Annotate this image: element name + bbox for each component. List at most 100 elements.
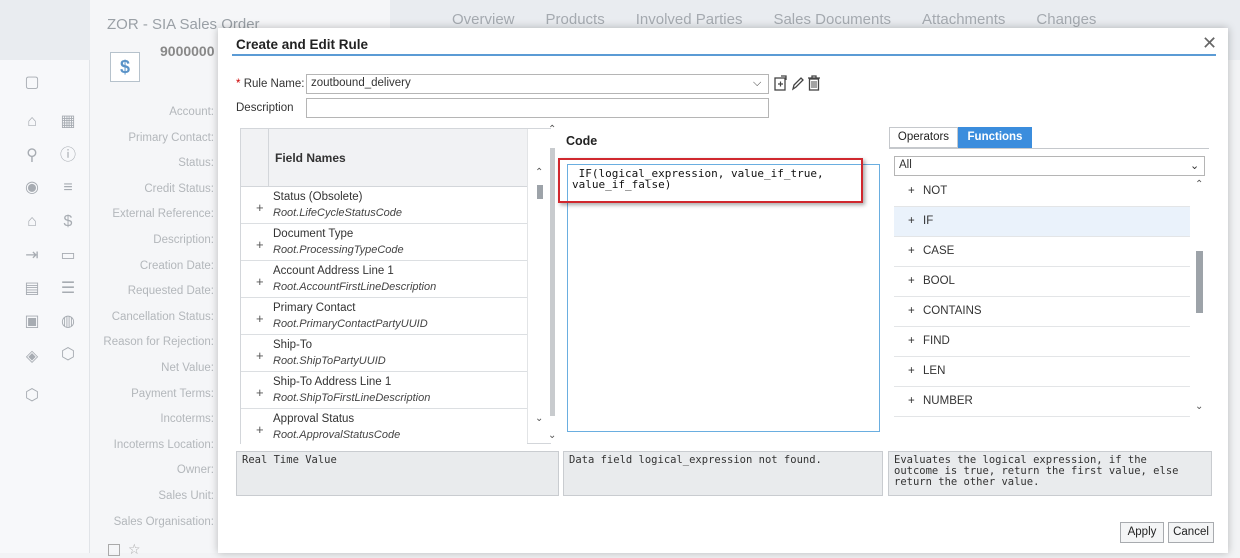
home-icon[interactable]: ⌂: [22, 112, 42, 132]
globe-icon[interactable]: ◍: [58, 312, 78, 332]
chevron-up-icon[interactable]: ⌃: [1195, 179, 1203, 190]
field-row[interactable]: + Ship-To Root.ShipToPartyUUID: [241, 335, 527, 372]
field-path: Root.ShipToPartyUUID: [273, 355, 386, 367]
tab-products[interactable]: Products: [546, 11, 605, 28]
product-icon[interactable]: ⬡: [22, 386, 42, 406]
transfer-icon[interactable]: ⇥: [22, 246, 42, 266]
chevron-down-icon[interactable]: ⌄: [535, 413, 543, 424]
chevron-down-icon[interactable]: ⌄: [1190, 159, 1199, 172]
search-icon[interactable]: ⚲: [22, 146, 42, 166]
title-divider: [232, 54, 1216, 56]
function-filter-select[interactable]: All: [894, 156, 1205, 176]
plus-icon[interactable]: +: [256, 348, 264, 363]
tab-attachments[interactable]: Attachments: [922, 11, 1005, 28]
rule-name-select[interactable]: zoutbound_delivery: [306, 74, 769, 94]
tab-functions[interactable]: Functions: [958, 127, 1032, 148]
function-item[interactable]: + NOT: [894, 177, 1190, 207]
plus-icon: +: [908, 365, 915, 377]
field-label: Credit Status:: [144, 182, 214, 195]
function-item[interactable]: + NUMBER: [894, 387, 1190, 417]
money-icon[interactable]: $: [58, 212, 78, 232]
function-item[interactable]: + IF: [894, 207, 1190, 237]
plus-icon[interactable]: +: [256, 237, 264, 252]
tab-sales-documents[interactable]: Sales Documents: [773, 11, 891, 28]
sales-order-tabs: Overview Products Involved Parties Sales…: [452, 11, 1096, 28]
field-row[interactable]: + Primary Contact Root.PrimaryContactPar…: [241, 298, 527, 335]
function-name: CASE: [923, 245, 955, 257]
edit-pencil-icon[interactable]: [791, 75, 805, 95]
function-description-box: Evaluates the logical expression, if the…: [888, 451, 1212, 496]
plus-icon[interactable]: +: [256, 274, 264, 289]
create-edit-rule-dialog: Create and Edit Rule ✕ * Rule Name: zout…: [218, 28, 1228, 553]
field-row[interactable]: + Account Address Line 1 Root.AccountFir…: [241, 261, 527, 298]
field-path: Root.PrimaryContactPartyUUID: [273, 318, 428, 330]
chevron-down-icon[interactable]: ⌄: [1195, 401, 1203, 412]
description-input[interactable]: [306, 98, 769, 118]
plus-icon[interactable]: +: [256, 385, 264, 400]
field-label: Account:: [169, 106, 214, 118]
plus-icon: +: [908, 185, 915, 197]
contacts-icon[interactable]: ≡: [58, 178, 78, 198]
calendar-icon[interactable]: ▦: [58, 112, 78, 132]
user-icon[interactable]: ◉: [22, 178, 42, 198]
panel-splitter[interactable]: ⌃ ⌄: [548, 124, 556, 444]
dialog-title: Create and Edit Rule: [236, 37, 369, 52]
tab-overview[interactable]: Overview: [452, 11, 515, 28]
map-pin-icon[interactable]: ◈: [22, 347, 42, 367]
tab-changes[interactable]: Changes: [1036, 11, 1096, 28]
plus-icon[interactable]: +: [256, 200, 264, 215]
tab-involved-parties[interactable]: Involved Parties: [636, 11, 743, 28]
feed-icon[interactable]: ▢: [22, 73, 42, 93]
functions-list: + NOT + IF + CASE + BOOL + CONTAINS + FIND + LE…: [894, 177, 1190, 417]
scrollbar-thumb[interactable]: [537, 185, 543, 199]
field-path: Root.LifeCycleStatusCode: [273, 207, 403, 219]
field-row[interactable]: + Approval Status Root.ApprovalStatusCod…: [241, 409, 527, 446]
invoice-icon[interactable]: ▣: [22, 312, 42, 332]
function-item[interactable]: + LEN: [894, 357, 1190, 387]
new-rule-icon[interactable]: [774, 75, 788, 95]
cancel-button[interactable]: Cancel: [1168, 522, 1214, 543]
quote-icon[interactable]: ▤: [22, 279, 42, 299]
navigation-rail: [0, 60, 90, 553]
plus-icon[interactable]: +: [256, 422, 264, 437]
function-item[interactable]: + FIND: [894, 327, 1190, 357]
sales-order-field-labels: Account: Primary Contact: Status: Credit…: [96, 104, 214, 539]
document-icon[interactable]: ▭: [58, 246, 78, 266]
field-names-header-label: Field Names: [275, 151, 346, 165]
code-message-box: Data field logical_expression not found.: [563, 451, 883, 496]
checkbox[interactable]: [108, 544, 120, 556]
field-path: Root.ShipToFirstLineDescription: [273, 392, 431, 404]
chevron-up-icon[interactable]: ⌃: [535, 167, 543, 178]
functions-scrollbar[interactable]: ⌃ ⌄: [1191, 177, 1209, 417]
field-path: Root.ProcessingTypeCode: [273, 244, 404, 256]
alert-icon[interactable]: ⓘ: [58, 146, 78, 166]
chevron-down-icon[interactable]: ⌵: [753, 77, 761, 90]
accounts-icon[interactable]: ⌂: [22, 212, 42, 232]
field-row[interactable]: + Ship-To Address Line 1 Root.ShipToFirs…: [241, 372, 527, 409]
field-label: Primary Contact:: [128, 131, 214, 144]
function-item[interactable]: + CASE: [894, 237, 1190, 267]
chevron-down-icon[interactable]: ⌄: [548, 430, 556, 441]
field-names-panel: Field Names + Status (Obsolete) Root.Lif…: [240, 128, 551, 446]
delete-trash-icon[interactable]: [807, 75, 821, 95]
real-time-value-box: Real Time Value: [236, 451, 559, 496]
star-icon[interactable]: ☆: [128, 541, 141, 558]
function-item[interactable]: + BOOL: [894, 267, 1190, 297]
apply-button[interactable]: Apply: [1120, 522, 1164, 543]
field-label: External Reference:: [112, 208, 214, 221]
package-icon[interactable]: ⬡: [58, 345, 78, 365]
field-label: Incoterms Location:: [113, 438, 214, 451]
function-name: NOT: [923, 185, 948, 197]
function-item[interactable]: + CONTAINS: [894, 297, 1190, 327]
code-editor[interactable]: [567, 164, 880, 432]
plus-icon[interactable]: +: [256, 311, 264, 326]
tab-operators[interactable]: Operators: [889, 127, 958, 148]
list-icon[interactable]: ☰: [58, 279, 78, 299]
field-row[interactable]: + Document Type Root.ProcessingTypeCode: [241, 224, 527, 261]
close-icon[interactable]: ✕: [1202, 33, 1217, 54]
splitter-handle[interactable]: [550, 148, 555, 416]
scrollbar-thumb[interactable]: [1196, 251, 1203, 313]
chevron-up-icon[interactable]: ⌃: [548, 124, 556, 135]
highlight-annotation: [558, 158, 863, 203]
field-row[interactable]: + Status (Obsolete) Root.LifeCycleStatus…: [241, 187, 527, 224]
